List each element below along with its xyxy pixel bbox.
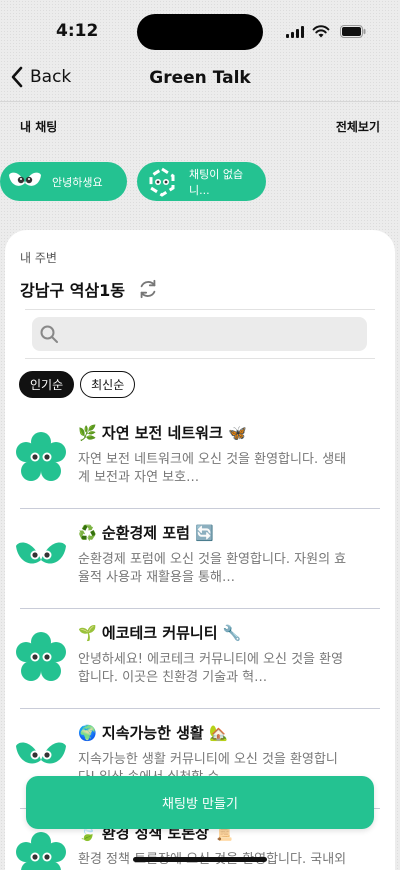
back-label: Back (30, 67, 72, 87)
battery-icon (340, 25, 366, 38)
status-time: 4:12 (56, 21, 99, 41)
my-chat-chip[interactable]: 채팅이 없습니... (137, 162, 266, 201)
signal-icon (286, 26, 304, 38)
nearby-label: 내 주변 (20, 251, 57, 265)
my-chat-chip[interactable]: 안녕하생요 (0, 162, 127, 201)
chat-room-item[interactable]: ♻️ 순환경제 포럼 🔄 순환경제 포럼에 오신 것을 환영합니다. 자원의 효… (5, 508, 395, 608)
dynamic-island (137, 14, 263, 50)
status-bar: 4:12 (0, 0, 400, 60)
chat-room-item[interactable]: 🌱 에코테크 커뮤니티 🔧 안녕하세요! 에코테크 커뮤니티에 오신 것을 환영… (5, 608, 395, 708)
chat-room-title: ♻️ 순환경제 포럼 🔄 (78, 524, 214, 542)
my-chats-heading: 내 채팅 (20, 120, 58, 134)
flower-mascot-icon (16, 632, 66, 681)
search-input[interactable] (64, 317, 359, 351)
nav-divider (0, 101, 400, 102)
chat-room-title: 🌿 자연 보전 네트워크 🦋 (78, 424, 247, 442)
search-box[interactable] (32, 317, 367, 351)
create-chat-room-button[interactable]: 채팅방 만들기 (26, 776, 374, 829)
chat-room-title: 🌍 지속가능한 생활 🏡 (78, 724, 228, 742)
flower-mascot-icon (16, 832, 66, 870)
my-chats-header: 내 채팅 전체보기 (20, 118, 380, 135)
leaf-mascot-icon (16, 542, 66, 564)
leaf-mascot-icon (9, 172, 41, 186)
navigation-bar: Back Green Talk (0, 60, 400, 100)
chat-room-description: 안녕하세요! 에코테크 커뮤니티에 오신 것을 환영합니다. 이곳은 친환경 기… (78, 652, 344, 685)
sort-popular-button[interactable]: 인기순 (19, 371, 75, 398)
my-chat-chip-label: 채팅이 없습니... (189, 167, 244, 197)
chat-room-item[interactable]: 🌿 자연 보전 네트워크 🦋 자연 보전 네트워크에 오신 것을 환영합니다. … (5, 408, 395, 508)
divider (25, 309, 375, 310)
chat-room-title: 🌱 에코테크 커뮤니티 🔧 (78, 624, 242, 642)
home-indicator (133, 857, 267, 862)
my-chat-chip-label: 안녕하생요 (52, 175, 103, 189)
flower-mascot-icon (16, 432, 66, 481)
chat-room-description: 순환경제 포럼에 오신 것을 환영합니다. 자원의 효율적 사용과 재활용을 통… (78, 552, 347, 585)
nearby-panel: 내 주변 강남구 역삼1동 인기순 최신순 🌿 자연 보전 네트워크 🦋 자연 … (5, 230, 395, 870)
recycle-mascot-icon (149, 166, 175, 197)
see-all-link[interactable]: 전체보기 (336, 118, 380, 135)
location-row: 강남구 역삼1동 (20, 277, 159, 301)
my-chats-list: 안녕하생요 채팅이 없습니... (0, 162, 266, 201)
chevron-left-icon (11, 66, 23, 88)
refresh-icon[interactable] (137, 278, 159, 300)
search-icon (40, 325, 58, 343)
chat-room-description: 자연 보전 네트워크에 오신 것을 환영합니다. 생태계 보전과 자연 보호… (78, 452, 347, 485)
location-name: 강남구 역삼1동 (20, 281, 126, 300)
sort-latest-button[interactable]: 최신순 (80, 371, 136, 398)
divider (25, 358, 375, 359)
wifi-icon (312, 25, 330, 38)
sort-options: 인기순 최신순 (19, 371, 136, 398)
back-button[interactable]: Back (10, 66, 71, 88)
